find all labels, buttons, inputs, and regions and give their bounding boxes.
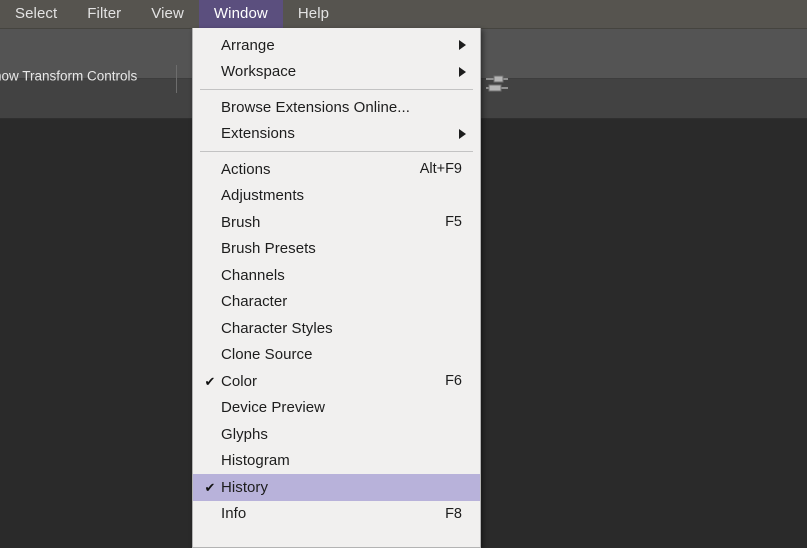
menubar-item-select[interactable]: Select: [0, 0, 72, 28]
show-transform-controls-label[interactable]: how Transform Controls: [0, 69, 137, 84]
window-dropdown-menu: Arrange Workspace Browse Extensions Online…: [192, 28, 481, 548]
chevron-right-icon: [459, 40, 466, 51]
menu-item-label: Histogram: [221, 452, 290, 470]
menu-item-actions[interactable]: Actions Alt+F9: [193, 156, 480, 183]
menu-item-label: Brush: [221, 213, 261, 231]
menu-item-label: Brush Presets: [221, 240, 316, 258]
menu-item-glyphs[interactable]: Glyphs: [193, 421, 480, 448]
menu-item-label: Actions: [221, 160, 271, 178]
check-icon: ✔: [204, 479, 216, 495]
menu-item-label: Character Styles: [221, 319, 333, 337]
menu-item-shortcut: Alt+F9: [419, 161, 462, 178]
menu-item-color[interactable]: ✔ Color F6: [193, 368, 480, 395]
menu-bar: Select Filter View Window Help: [0, 0, 344, 28]
menubar-item-help[interactable]: Help: [283, 0, 344, 28]
menubar-item-filter[interactable]: Filter: [72, 0, 136, 28]
sliders-icon[interactable]: [484, 73, 510, 95]
menu-item-info[interactable]: Info F8: [193, 501, 480, 528]
menu-item-shortcut: F5: [445, 214, 462, 231]
menubar-label: Filter: [87, 5, 122, 22]
photoshop-window: how Transform Controls Select Filter Vie…: [0, 0, 807, 548]
menu-item-browse-extensions-online[interactable]: Browse Extensions Online...: [193, 94, 480, 121]
menubar-label: Window: [213, 5, 268, 22]
menu-item-workspace[interactable]: Workspace: [193, 59, 480, 86]
menu-item-label: Character: [221, 293, 288, 311]
menu-item-extensions[interactable]: Extensions: [193, 121, 480, 148]
menu-separator: [193, 147, 480, 156]
menu-item-shortcut: F6: [445, 373, 462, 390]
menu-item-character[interactable]: Character: [193, 289, 480, 316]
menu-item-brush-presets[interactable]: Brush Presets: [193, 236, 480, 263]
menu-item-label: Browse Extensions Online...: [221, 98, 410, 116]
chevron-right-icon: [459, 128, 466, 139]
menu-item-shortcut: F8: [445, 505, 462, 522]
chevron-right-icon: [459, 66, 466, 77]
menu-separator: [193, 85, 480, 94]
menu-item-label: Glyphs: [221, 425, 268, 443]
menu-item-device-preview[interactable]: Device Preview: [193, 395, 480, 422]
menubar-label: Help: [297, 5, 330, 22]
menu-item-label: Arrange: [221, 36, 275, 54]
menu-item-label: Clone Source: [221, 346, 313, 364]
menu-item-label: Device Preview: [221, 399, 326, 417]
menu-item-channels[interactable]: Channels: [193, 262, 480, 289]
menu-item-brush[interactable]: Brush F5: [193, 209, 480, 236]
menu-item-arrange[interactable]: Arrange: [193, 32, 480, 59]
menubar-item-view[interactable]: View: [136, 0, 199, 28]
menu-item-character-styles[interactable]: Character Styles: [193, 315, 480, 342]
menubar-label: View: [151, 5, 184, 22]
menubar-item-window[interactable]: Window: [198, 0, 283, 28]
menu-item-adjustments[interactable]: Adjustments: [193, 183, 480, 210]
menu-item-label: Extensions: [221, 125, 295, 143]
menu-item-clone-source[interactable]: Clone Source: [193, 342, 480, 369]
options-divider: [176, 65, 177, 93]
menu-item-history[interactable]: ✔ History: [193, 474, 480, 501]
menu-item-label: Info: [221, 505, 247, 523]
menu-item-label: Channels: [221, 266, 285, 284]
menubar-label: Select: [15, 5, 58, 22]
menu-item-label: Workspace: [221, 63, 297, 81]
check-icon: ✔: [204, 373, 216, 389]
menu-item-label: Adjustments: [221, 187, 305, 205]
menu-item-histogram[interactable]: Histogram: [193, 448, 480, 475]
